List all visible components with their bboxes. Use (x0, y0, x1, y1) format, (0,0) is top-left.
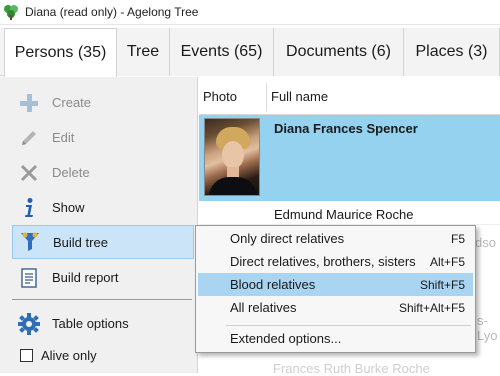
table-options-label: Table options (52, 316, 129, 331)
menu-item-blood-relatives[interactable]: Blood relatives Shift+F5 (198, 273, 473, 296)
report-icon (18, 267, 40, 289)
tree-funnel-icon (19, 231, 41, 253)
menu-item-label: Extended options... (230, 331, 342, 346)
menu-item-label: All relatives (230, 300, 297, 315)
menu-item-shortcut: F5 (450, 231, 465, 246)
build-report-button[interactable]: Build report (12, 261, 194, 294)
app-tree-icon (4, 5, 18, 20)
tab-events[interactable]: Events (65) (170, 28, 274, 76)
build-tree-button[interactable]: Build tree (12, 225, 194, 259)
obscured-cell-text: s-Lyo (477, 313, 498, 343)
gear-icon (18, 312, 40, 335)
cross-icon (18, 162, 40, 184)
sidebar: Create Edit Delete Show Build tree Build… (0, 77, 198, 373)
person-photo (204, 118, 260, 196)
delete-button[interactable]: Delete (12, 156, 194, 189)
menu-item-direct-relatives-siblings[interactable]: Direct relatives, brothers, sisters Alt+… (198, 250, 473, 273)
pencil-icon (18, 127, 40, 149)
edit-button[interactable]: Edit (12, 121, 194, 154)
sidebar-divider (12, 299, 192, 300)
alive-only-label: Alive only (41, 347, 97, 363)
tab-persons[interactable]: Persons (35) (4, 28, 117, 77)
create-button[interactable]: Create (12, 86, 194, 119)
delete-label: Delete (52, 165, 90, 180)
column-divider[interactable] (266, 83, 267, 111)
menu-item-all-relatives[interactable]: All relatives Shift+Alt+F5 (198, 296, 473, 319)
menu-item-shortcut: Shift+Alt+F5 (398, 300, 465, 315)
menu-item-shortcut: Shift+F5 (419, 277, 465, 292)
obscured-cell-text: dso (475, 235, 496, 250)
column-header-full-name[interactable]: Full name (271, 89, 328, 104)
plus-icon (18, 92, 40, 114)
window-title: Diana (read only) - Agelong Tree (25, 5, 199, 19)
obscured-cell-text: Frances Ruth Burke Roche (273, 361, 430, 376)
table-header: Photo Full name (199, 77, 500, 115)
tab-places[interactable]: Places (3) (404, 28, 500, 76)
table-row[interactable]: Diana Frances Spencer (199, 115, 500, 201)
build-tree-label: Build tree (53, 234, 108, 250)
column-header-photo[interactable]: Photo (203, 89, 237, 104)
edit-label: Edit (52, 130, 75, 145)
build-report-label: Build report (52, 270, 119, 285)
menu-item-label: Only direct relatives (230, 231, 345, 246)
tab-tree[interactable]: Tree (117, 28, 170, 76)
tab-documents[interactable]: Documents (6) (274, 28, 404, 76)
tab-bar: Persons (35) Tree Events (65) Documents … (0, 28, 500, 77)
build-tree-menu: Only direct relatives F5 Direct relative… (195, 225, 476, 353)
title-bar: Diana (read only) - Agelong Tree (0, 0, 500, 25)
alive-only-checkbox[interactable]: Alive only (12, 340, 194, 370)
checkbox-box[interactable] (20, 348, 33, 362)
menu-item-shortcut: Alt+F5 (429, 254, 465, 269)
menu-item-extended-options[interactable]: Extended options... (198, 327, 473, 350)
create-label: Create (52, 95, 92, 110)
show-button[interactable]: Show (12, 191, 194, 224)
table-options-button[interactable]: Table options (12, 307, 194, 340)
full-name-cell: Edmund Maurice Roche (274, 207, 414, 222)
show-label: Show (52, 200, 85, 215)
menu-divider (226, 325, 471, 326)
table-row[interactable]: Edmund Maurice Roche (199, 201, 500, 225)
menu-item-only-direct-relatives[interactable]: Only direct relatives F5 (198, 227, 473, 250)
full-name-cell: Diana Frances Spencer (274, 121, 418, 136)
info-icon (18, 197, 40, 219)
menu-item-label: Blood relatives (230, 277, 316, 292)
menu-item-label: Direct relatives, brothers, sisters (230, 254, 416, 269)
